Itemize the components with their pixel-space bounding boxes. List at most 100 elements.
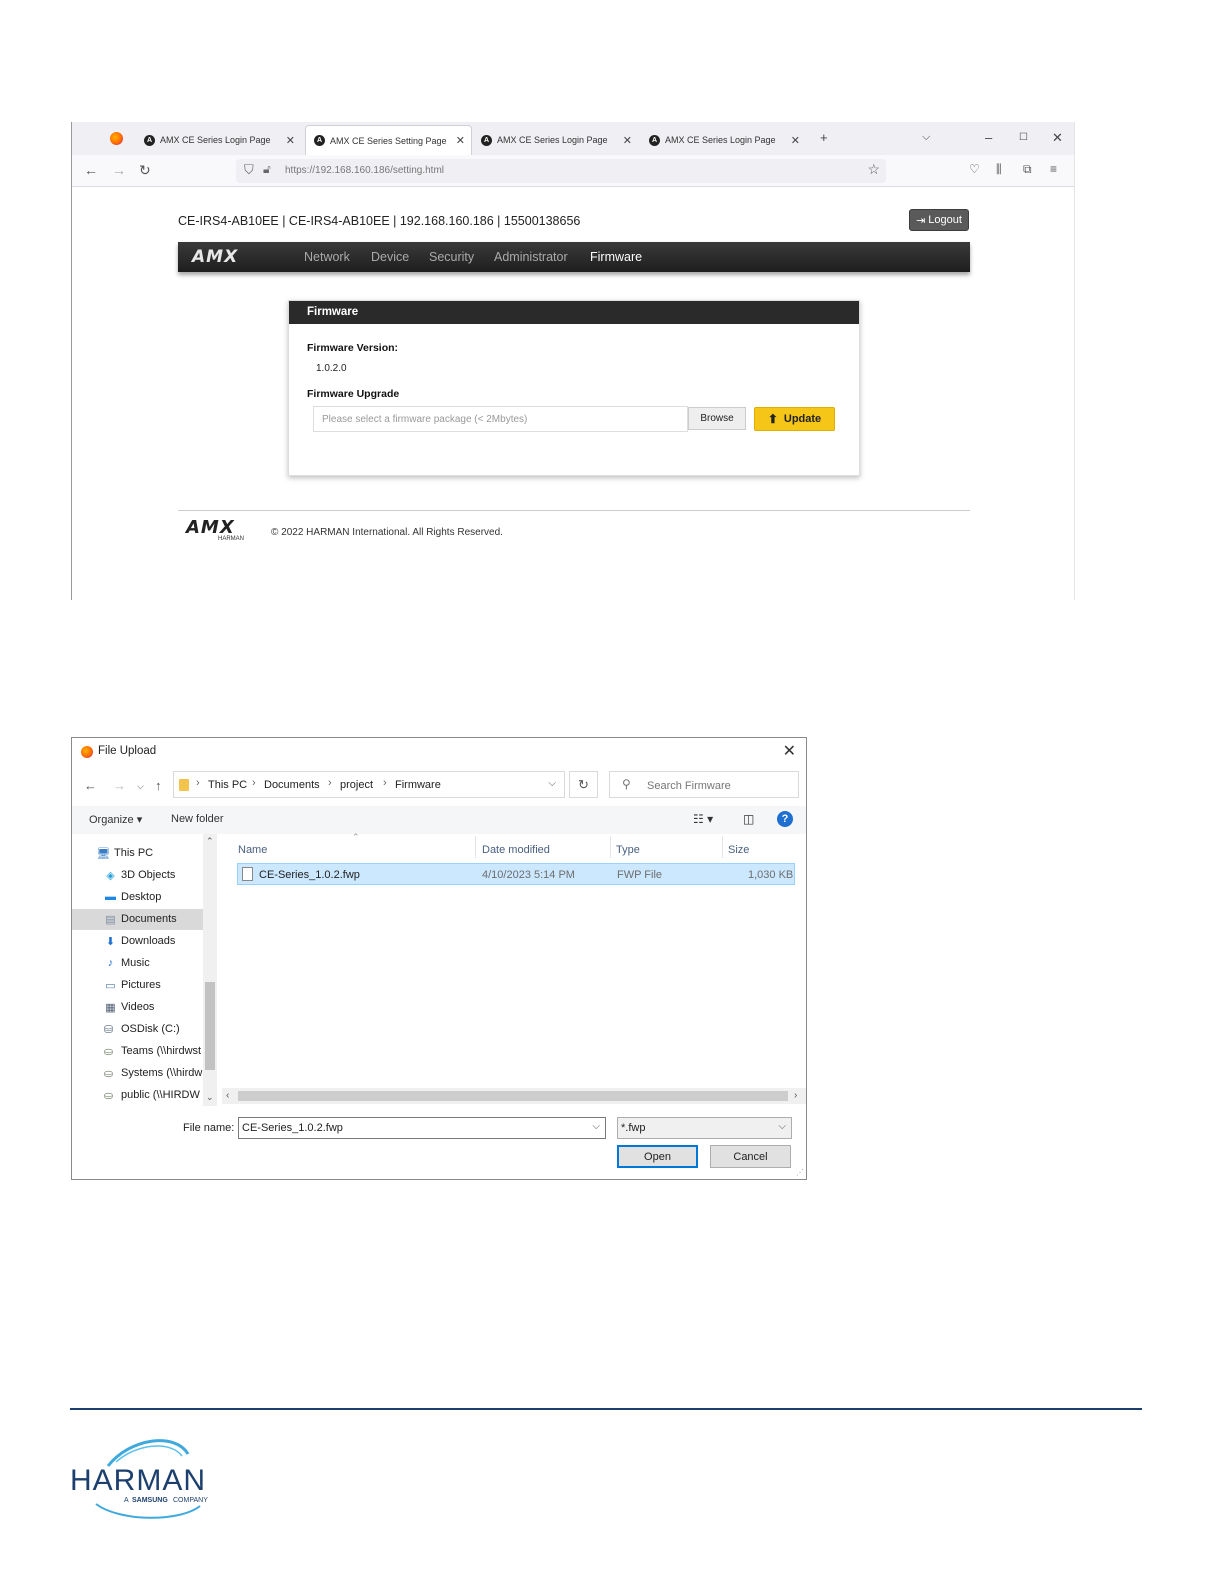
amx-footer-logo: AMX [186,517,235,538]
column-size[interactable]: Size [728,844,749,856]
cube-icon: ◈ [106,869,115,882]
file-row[interactable]: CE-Series_1.0.2.fwp 4/10/2023 5:14 PM FW… [237,863,795,885]
resize-grip-icon[interactable]: ⋰ [796,1168,804,1177]
column-date-modified[interactable]: Date modified [482,844,550,856]
pocket-icon[interactable]: ♡ [969,162,980,176]
forward-icon[interactable]: → [113,778,126,793]
file-icon [242,867,253,881]
nav-item-this-pc[interactable]: 🖥︎ This PC [72,843,203,864]
library-icon[interactable]: ⫼ [996,162,1002,177]
address-bar[interactable]: › This PC › Documents › project › Firmwa… [173,771,565,798]
organize-button[interactable]: Organize ▾ [89,813,142,826]
chevron-down-icon[interactable]: ⌵ [592,1121,600,1132]
recent-chevron-icon[interactable]: ⌵ [137,781,144,792]
search-input[interactable]: ⚲ Search Firmware [609,771,799,798]
update-button[interactable]: ⬆ Update [754,407,835,431]
tab-login-2[interactable]: A AMX CE Series Login Page ✕ [473,125,638,155]
scroll-right-icon[interactable]: › [794,1090,797,1101]
nav-pane-scrollbar[interactable]: ⌃ ⌄ [203,834,217,1106]
bookmark-star-icon[interactable]: ☆ [867,161,880,178]
chevron-down-icon[interactable]: ⌵ [922,131,930,144]
lock-icon[interactable]: 🔓︎ [263,162,271,177]
nav-network[interactable]: Network [304,250,350,264]
nav-item-music[interactable]: ♪ Music [72,953,203,974]
maximize-icon[interactable]: ☐ [1019,132,1028,143]
logo-arc-bottom [95,1503,201,1519]
close-icon[interactable]: ✕ [456,134,465,147]
nav-item-videos[interactable]: ▦ Videos [72,997,203,1018]
file-name-input[interactable]: CE-Series_1.0.2.fwp ⌵ [238,1117,606,1139]
angular-icon: A [649,134,660,146]
close-icon[interactable]: ✕ [791,134,800,147]
back-icon[interactable]: ← [84,778,97,793]
cancel-button[interactable]: Cancel [710,1145,791,1168]
open-button[interactable]: Open [617,1145,698,1168]
forward-icon[interactable]: → [112,162,126,178]
nav-item-osdisk[interactable]: ⛁ OSDisk (C:) [72,1019,203,1040]
refresh-button[interactable]: ↻ [569,771,598,798]
file-name-label: File name: [183,1122,235,1134]
chevron-down-icon[interactable]: ⌵ [548,778,556,789]
nav-item-documents[interactable]: ▤ Documents [72,909,203,930]
preview-pane-icon[interactable]: ◫ [743,812,754,826]
nav-item-pictures[interactable]: ▭ Pictures [72,975,203,996]
nav-item-3d-objects[interactable]: ◈ 3D Objects [72,865,203,886]
tab-login-1[interactable]: A AMX CE Series Login Page ✕ [136,125,301,155]
help-icon[interactable]: ? [777,811,793,827]
crumb-firmware[interactable]: Firmware [395,779,441,791]
scroll-down-icon[interactable]: ⌄ [206,1092,214,1103]
chevron-down-icon[interactable]: ⌵ [778,1121,786,1132]
crumb-this-pc[interactable]: This PC [208,779,247,791]
chevron-right-icon: › [328,777,332,789]
view-options-icon[interactable]: ☷ ▾ [693,812,713,826]
firmware-file-input[interactable]: Please select a firmware package (< 2Mby… [313,406,688,432]
tab-label: AMX CE Series Login Page [497,135,608,145]
crumb-project[interactable]: project [340,779,373,791]
footer-rule [70,1408,1142,1410]
close-icon[interactable]: ✕ [783,741,796,761]
url-bar[interactable]: ⛉ 🔓︎ https://192.168.160.186/setting.htm… [236,159,886,183]
new-folder-button[interactable]: New folder [171,813,224,825]
new-tab-icon[interactable]: + [820,130,828,145]
scroll-left-icon[interactable]: ‹ [226,1090,229,1101]
column-name[interactable]: Name [238,844,267,856]
menu-icon[interactable]: ≡ [1050,162,1057,176]
harman-logo: HARMAN A SAMSUNG COMPANY [70,1439,208,1519]
device-info-header: CE-IRS4-AB10EE | CE-IRS4-AB10EE | 192.16… [178,214,581,228]
logout-button[interactable]: ⇥ Logout [909,209,969,231]
nav-device[interactable]: Device [371,250,409,264]
nav-item-teams[interactable]: ⛀ Teams (\\hirdwst [72,1041,203,1062]
browse-button[interactable]: Browse [688,407,746,430]
refresh-icon: ↻ [578,776,589,792]
extensions-icon[interactable]: ⧉ [1023,162,1032,177]
nav-item-label: 3D Objects [121,869,176,881]
minimize-icon[interactable]: – [985,130,992,145]
tab-setting[interactable]: A AMX CE Series Setting Page ✕ [305,125,472,155]
column-type[interactable]: Type [616,844,640,856]
firefox-icon[interactable] [110,132,123,145]
shield-icon[interactable]: ⛉ [244,162,254,178]
file-type-select[interactable]: *.fwp ⌵ [617,1117,792,1139]
crumb-documents[interactable]: Documents [264,779,320,791]
scrollbar-thumb[interactable] [205,982,215,1070]
nav-firmware[interactable]: Firmware [590,250,642,264]
nav-item-desktop[interactable]: ▬ Desktop [72,887,203,908]
tab-login-3[interactable]: A AMX CE Series Login Page ✕ [641,125,806,155]
file-list-hscrollbar[interactable]: ‹ › [222,1088,806,1104]
nav-administrator[interactable]: Administrator [494,250,568,264]
close-window-icon[interactable]: ✕ [1052,130,1063,146]
nav-item-public[interactable]: ⛀ public (\\HIRDW [72,1085,203,1106]
close-icon[interactable]: ✕ [286,134,295,147]
reload-icon[interactable]: ↻ [139,162,151,179]
nav-item-downloads[interactable]: ⬇ Downloads [72,931,203,952]
nav-security[interactable]: Security [429,250,474,264]
url-text[interactable]: https://192.168.160.186/setting.html [285,165,444,176]
back-icon[interactable]: ← [84,162,98,178]
up-arrow-icon[interactable]: ↑ [155,778,162,793]
amx-footer-logo-sub: HARMAN [218,536,245,542]
scroll-up-icon[interactable]: ⌃ [206,836,214,847]
scrollbar-thumb[interactable] [238,1091,788,1101]
nav-item-systems[interactable]: ⛀ Systems (\\hirdw [72,1063,203,1084]
close-icon[interactable]: ✕ [623,134,632,147]
file-date: 4/10/2023 5:14 PM [482,869,575,881]
